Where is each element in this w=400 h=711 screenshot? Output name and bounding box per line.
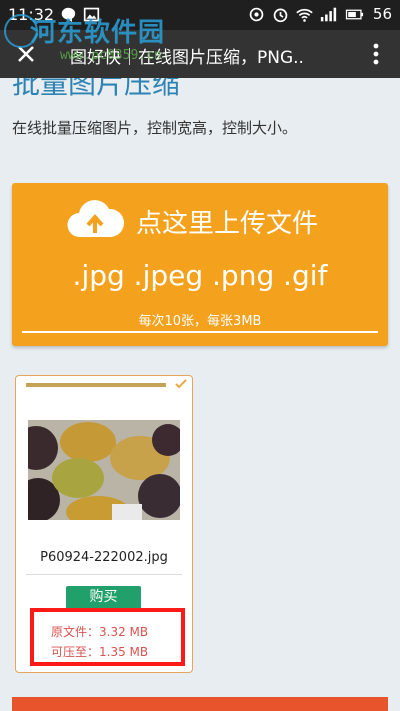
camera-rotate-icon	[249, 7, 264, 21]
check-icon	[175, 379, 187, 389]
watermark-url: www.pc0359.cn	[60, 48, 162, 63]
alarm-icon	[273, 8, 288, 22]
page-subtitle: 在线批量压缩图片，控制宽高，控制大小。	[12, 119, 298, 137]
card-divider	[26, 574, 182, 575]
cloud-upload-icon	[67, 200, 124, 238]
battery-level: 56	[372, 5, 392, 23]
upload-label: 点这里上传文件	[136, 209, 319, 239]
battery-icon	[345, 9, 363, 19]
wifi-icon	[296, 8, 313, 22]
buy-button[interactable]: 购买	[66, 586, 141, 609]
file-thumbnail	[28, 420, 180, 520]
signal-icon	[320, 7, 337, 21]
progress-bar	[26, 383, 166, 387]
bottom-action-bar[interactable]	[12, 697, 388, 711]
file-name: P60924-222002.jpg	[40, 550, 168, 565]
more-vert-icon[interactable]	[370, 42, 382, 66]
watermark-text: 河东软件园	[30, 18, 166, 48]
upload-button[interactable]: 点这里上传文件 .jpg .jpeg .png .gif 每次10张，每张3MB	[12, 183, 388, 346]
status-icons-right: 56	[248, 5, 392, 23]
page-heading: 批量图片压缩	[12, 78, 181, 100]
upload-limit: 每次10张，每张3MB	[138, 314, 262, 329]
upload-formats: .jpg .jpeg .png .gif	[72, 259, 328, 292]
highlight-box	[30, 608, 185, 666]
upload-divider	[22, 331, 378, 333]
